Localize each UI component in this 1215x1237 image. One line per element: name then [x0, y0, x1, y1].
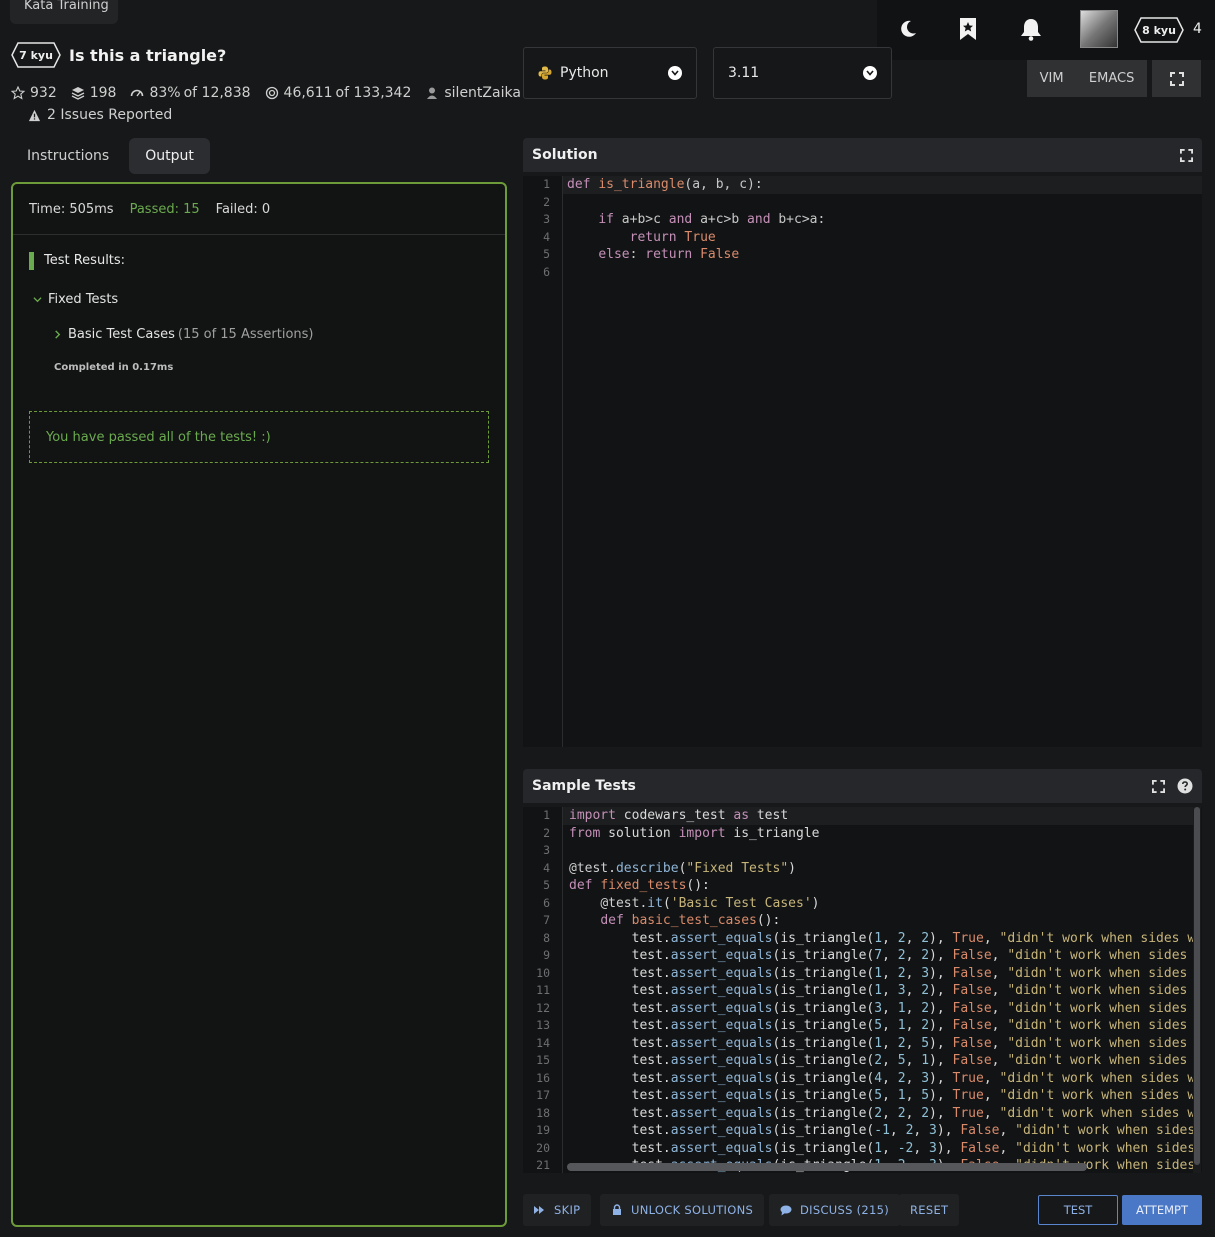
discuss-label: DISCUSS (215) — [800, 1203, 890, 1217]
star-icon — [11, 86, 25, 100]
sample-tests-title: Sample Tests — [532, 778, 636, 794]
expand-icon[interactable] — [1152, 779, 1165, 793]
unlock-label: UNLOCK SOLUTIONS — [631, 1203, 754, 1217]
basic-test-cases-item[interactable]: Basic Test Cases (15 of 15 Assertions) — [53, 327, 314, 342]
language-select[interactable]: Python — [523, 47, 697, 99]
failed-label: Failed: 0 — [215, 201, 271, 217]
completions-stat: 46,611 of 133,342 — [265, 85, 412, 101]
language-value: Python — [560, 65, 609, 81]
solution-gutter: 123456 — [523, 176, 563, 747]
target-icon — [265, 86, 278, 100]
output-panel: Time: 505ms Passed: 15 Failed: 0 Test Re… — [11, 182, 507, 1227]
issues-label: 2 Issues Reported — [47, 107, 173, 123]
output-summary: Time: 505ms Passed: 15 Failed: 0 — [13, 184, 505, 235]
solution-title: Solution — [532, 147, 598, 163]
author-stat[interactable]: silentZaika — [425, 85, 521, 101]
attempt-label: ATTEMPT — [1136, 1203, 1188, 1217]
comments-icon — [780, 1205, 792, 1216]
horizontal-scrollbar[interactable] — [567, 1163, 1087, 1171]
collections-count: 198 — [89, 85, 117, 101]
fullscreen-icon — [1169, 71, 1184, 86]
version-value: 3.11 — [728, 65, 760, 81]
sample-tests-code: import codewars_test as test from soluti… — [569, 808, 1193, 1173]
chevron-down-icon — [863, 66, 877, 80]
satisfaction-percent: 83% — [149, 85, 181, 101]
chevron-down-icon — [33, 297, 42, 303]
attempted-count: of 133,342 — [335, 85, 412, 101]
attempt-button[interactable]: ATTEMPT — [1122, 1195, 1202, 1225]
kata-stats: 932 198 83% of 12,838 46,611 of 133,342 … — [11, 85, 521, 101]
warning-icon — [28, 109, 41, 121]
solution-editor[interactable]: 123456 def is_triangle(a, b, c): if a+b>… — [523, 176, 1202, 747]
test-label: TEST — [1063, 1203, 1093, 1217]
issues-reported[interactable]: 2 Issues Reported — [28, 107, 172, 123]
lock-icon — [613, 1204, 621, 1215]
completed-count: 46,611 — [283, 85, 333, 101]
layers-icon — [71, 87, 85, 100]
discuss-button[interactable]: DISCUSS (215) — [769, 1194, 901, 1226]
pass-message-box: You have passed all of the tests! :) — [29, 411, 489, 463]
editor-mode-toggle: VIM EMACS — [1027, 60, 1147, 97]
fullscreen-button[interactable] — [1152, 60, 1201, 97]
bell-icon[interactable] — [1020, 18, 1042, 41]
fast-forward-icon — [534, 1206, 544, 1214]
test-button[interactable]: TEST — [1038, 1195, 1118, 1225]
skip-label: SKIP — [554, 1203, 581, 1217]
expand-icon[interactable] — [1180, 148, 1193, 162]
bookmark-icon[interactable] — [958, 17, 978, 41]
reset-button[interactable]: RESET — [899, 1194, 960, 1226]
stars-stat[interactable]: 932 — [11, 85, 57, 101]
completed-time: Completed in 0.17ms — [54, 362, 174, 373]
user-icon — [427, 87, 438, 99]
gauge-icon — [131, 89, 144, 97]
fixed-tests-group[interactable]: Fixed Tests — [33, 292, 118, 307]
tab-output[interactable]: Output — [129, 138, 210, 174]
user-rank-label[interactable]: 8 kyu — [1134, 17, 1184, 43]
kata-rank-label: 7 kyu — [19, 48, 53, 62]
honor-count: 4 — [1193, 21, 1202, 37]
solution-panel-header: Solution — [523, 138, 1202, 172]
kata-title[interactable]: Is this a triangle? — [69, 46, 226, 65]
sample-tests-gutter: 1 2 3 4 5 6 7 8 9 10 11 12 13 14 15 16 17 18 19 20 21 — [523, 807, 563, 1173]
satisfaction-votes: of 12,838 — [183, 85, 251, 101]
satisfaction-stat: 83% of 12,838 — [130, 85, 251, 101]
solution-code: def is_triangle(a, b, c): if a+b>c and a… — [567, 177, 826, 262]
passed-label: Passed: 15 — [129, 201, 200, 217]
left-tabs: Instructions Output — [11, 138, 210, 174]
kata-training-label: Kata Training — [24, 0, 109, 13]
help-icon[interactable] — [1177, 778, 1193, 794]
emacs-mode-button[interactable]: EMACS — [1089, 71, 1134, 86]
sample-tests-editor[interactable]: 1 2 3 4 5 6 7 8 9 10 11 12 13 14 15 16 17 18 19 20 21 import… — [523, 807, 1202, 1173]
time-label: Time: 505ms — [29, 201, 114, 217]
test-results-marker — [29, 252, 34, 270]
python-icon — [538, 66, 552, 80]
test-results-heading: Test Results: — [44, 253, 126, 268]
avatar[interactable] — [1080, 10, 1118, 48]
chevron-right-icon — [55, 330, 61, 339]
reset-label: RESET — [910, 1203, 949, 1217]
assertions-count: (15 of 15 Assertions) — [177, 327, 314, 342]
pass-message: You have passed all of the tests! :) — [46, 430, 271, 445]
skip-button[interactable]: SKIP — [523, 1194, 592, 1226]
collections-stat[interactable]: 198 — [71, 85, 117, 101]
vertical-scrollbar[interactable] — [1193, 807, 1201, 1173]
kata-training-tab[interactable]: Kata Training — [10, 0, 118, 24]
moon-icon[interactable] — [898, 19, 918, 39]
fixed-tests-label: Fixed Tests — [48, 292, 119, 307]
unlock-solutions-button[interactable]: UNLOCK SOLUTIONS — [600, 1194, 765, 1226]
sample-tests-panel-header: Sample Tests — [523, 769, 1202, 803]
author-name: silentZaika — [444, 85, 521, 101]
tab-instructions[interactable]: Instructions — [11, 138, 125, 174]
stars-count: 932 — [30, 85, 57, 101]
version-select[interactable]: 3.11 — [713, 47, 892, 99]
vim-mode-button[interactable]: VIM — [1040, 71, 1064, 86]
chevron-down-icon — [668, 66, 682, 80]
basic-test-cases-label: Basic Test Cases — [68, 327, 175, 342]
